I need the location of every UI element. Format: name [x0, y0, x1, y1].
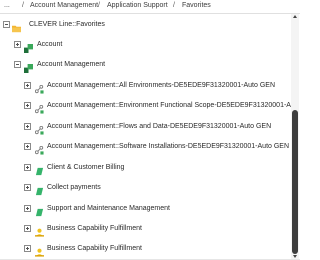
expand-toggle[interactable]	[24, 164, 31, 171]
diamond-icon	[35, 183, 44, 196]
relation-icon	[34, 122, 44, 135]
expand-toggle[interactable]	[24, 225, 31, 232]
vertical-scrollbar[interactable]	[291, 14, 299, 260]
breadcrumb-ellipsis[interactable]: ...	[4, 0, 10, 12]
tree-node-collect-payments[interactable]: Collect payments	[0, 180, 291, 196]
tree-node-label: Account Management::Environment Function…	[47, 102, 291, 109]
capability-icon	[24, 60, 33, 73]
tree-root-row[interactable]: CLEVER Line::Favorites	[0, 17, 291, 33]
tree-node-environment-functional-scope[interactable]: Account Management::Environment Function…	[0, 98, 291, 114]
relation-icon	[34, 101, 44, 114]
scroll-down-arrow-icon[interactable]	[293, 255, 297, 258]
tree-node-label: Business Capability Fulfillment	[47, 245, 142, 252]
breadcrumb-favorites[interactable]: Favorites	[182, 0, 211, 12]
tree-node-account[interactable]: Account	[0, 37, 291, 53]
expand-toggle[interactable]	[24, 205, 31, 212]
tree-node-label: Collect payments	[47, 184, 101, 191]
breadcrumb-application-support[interactable]: Application Support	[107, 0, 168, 12]
breadcrumb-separator: /	[98, 2, 100, 9]
expand-toggle[interactable]	[24, 82, 31, 89]
diamond-icon	[35, 163, 44, 176]
tree-node-account-management[interactable]: Account Management	[0, 57, 291, 73]
tree-node-label: Account Management::Flows and Data-DE5ED…	[47, 123, 272, 130]
favorites-page: ... / Account Management / Application S…	[0, 0, 300, 260]
expand-toggle[interactable]	[24, 245, 31, 252]
breadcrumb: ... / Account Management / Application S…	[0, 0, 300, 14]
relation-icon	[34, 81, 44, 94]
expand-toggle[interactable]	[14, 41, 21, 48]
person-icon	[35, 244, 44, 257]
person-icon	[35, 224, 44, 237]
tree-root-label: CLEVER Line::Favorites	[29, 21, 105, 28]
tree-node-all-environments[interactable]: Account Management::All Environments-DE5…	[0, 78, 291, 94]
tree-node-label: Account Management::All Environments-DE5…	[47, 82, 276, 89]
favorites-tree: CLEVER Line::Favorites Account Account M…	[0, 14, 291, 260]
tree-node-support-maintenance[interactable]: Support and Maintenance Management	[0, 201, 291, 217]
expand-toggle[interactable]	[24, 123, 31, 130]
tree-node-label: Account Management::Software Installatio…	[47, 143, 290, 150]
capability-icon	[24, 40, 33, 53]
breadcrumb-separator: /	[22, 2, 24, 9]
tree-node-label: Account	[37, 41, 63, 48]
tree-node-business-capability-fulfillment[interactable]: Business Capability Fulfillment	[0, 241, 291, 257]
collapse-toggle[interactable]	[3, 21, 10, 28]
tree-node-label: Support and Maintenance Management	[47, 205, 170, 212]
expand-toggle[interactable]	[24, 143, 31, 150]
tree-node-flows-and-data[interactable]: Account Management::Flows and Data-DE5ED…	[0, 119, 291, 135]
scrollbar-thumb[interactable]	[292, 110, 298, 254]
expand-toggle[interactable]	[24, 184, 31, 191]
folder-icon	[12, 20, 21, 33]
tree-node-software-installations[interactable]: Account Management::Software Installatio…	[0, 139, 291, 155]
tree-node-label: Account Management	[37, 61, 106, 68]
expand-toggle[interactable]	[24, 102, 31, 109]
breadcrumb-separator: /	[173, 2, 175, 9]
tree-node-label: Business Capability Fulfillment	[47, 225, 142, 232]
tree-node-business-capability-fulfillment[interactable]: Business Capability Fulfillment	[0, 221, 291, 237]
diamond-icon	[35, 204, 44, 217]
tree-node-label: Client & Customer Billing	[47, 164, 125, 171]
collapse-toggle[interactable]	[14, 61, 21, 68]
scroll-up-arrow-icon[interactable]	[293, 15, 297, 18]
tree-node-client-customer-billing[interactable]: Client & Customer Billing	[0, 160, 291, 176]
relation-icon	[34, 142, 44, 155]
breadcrumb-account-management[interactable]: Account Management	[30, 0, 98, 12]
